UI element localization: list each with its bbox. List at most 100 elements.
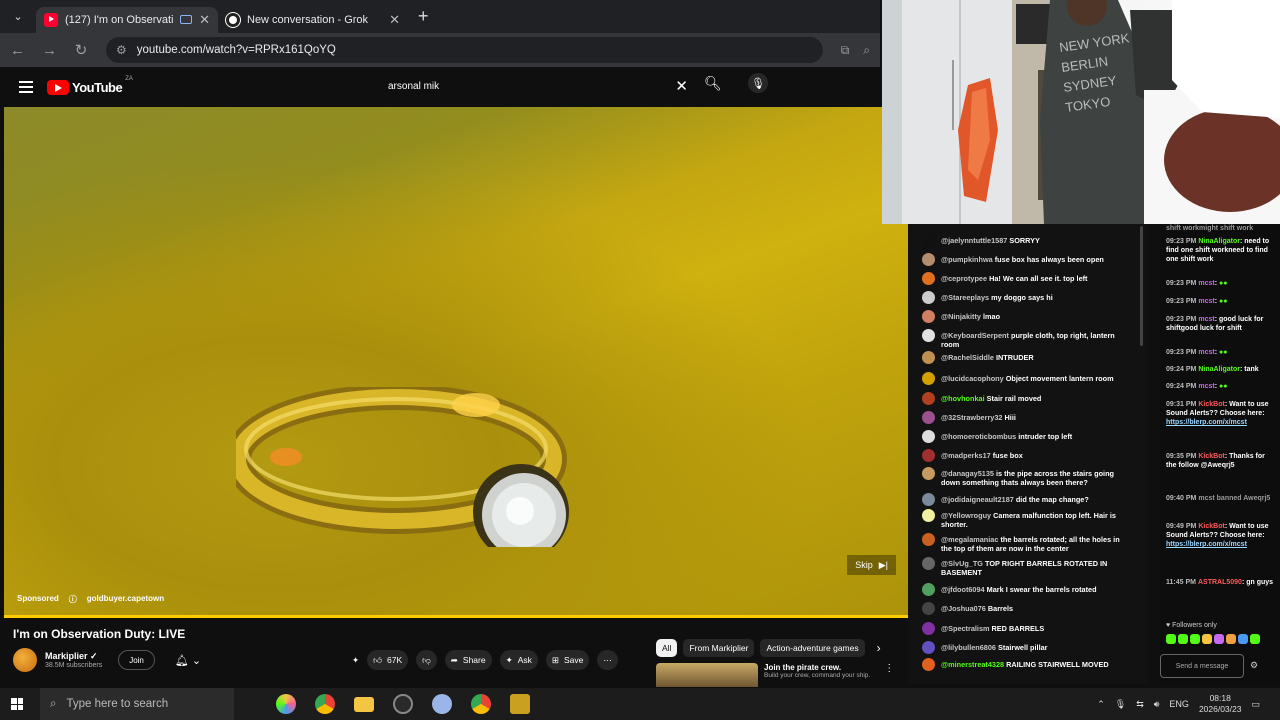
forward-icon[interactable]: → bbox=[42, 42, 57, 59]
chat-username[interactable]: @32Strawberry32 bbox=[941, 413, 1002, 422]
channel-avatar[interactable] bbox=[13, 648, 37, 672]
channel-name[interactable]: Markiplier ✓ bbox=[45, 651, 102, 662]
chat-username[interactable]: mcst bbox=[1198, 298, 1214, 305]
chat-username[interactable]: KickBot bbox=[1198, 453, 1224, 460]
save-button[interactable]: ⊞ Save bbox=[545, 650, 590, 670]
chevron-up-icon[interactable]: ⌃ bbox=[1097, 699, 1105, 710]
language-indicator[interactable]: ENG bbox=[1169, 699, 1189, 709]
chat-username[interactable]: KickBot bbox=[1198, 401, 1224, 408]
chat-avatar[interactable] bbox=[922, 622, 935, 635]
chat-username[interactable]: mcst bbox=[1198, 280, 1214, 287]
chat-avatar[interactable] bbox=[922, 329, 935, 342]
chat-avatar[interactable] bbox=[922, 351, 935, 364]
chat-avatar[interactable] bbox=[922, 449, 935, 462]
emote-bar[interactable] bbox=[1166, 634, 1260, 644]
snipping-tool-icon[interactable] bbox=[432, 694, 452, 714]
chat-username[interactable]: @KeyboardSerpent bbox=[941, 331, 1009, 340]
hype-icon[interactable]: ✦ bbox=[352, 655, 359, 666]
chat-username[interactable]: @homoeroticbombus bbox=[941, 432, 1016, 441]
install-app-icon[interactable]: ⧉ bbox=[841, 43, 850, 58]
chat-avatar[interactable] bbox=[922, 509, 935, 522]
voice-search-icon[interactable]: 🎙︎ bbox=[748, 73, 768, 93]
chat-avatar[interactable] bbox=[922, 392, 935, 405]
youtube-logo[interactable]: YouTube ZA bbox=[47, 76, 133, 95]
back-icon[interactable]: ← bbox=[10, 42, 25, 59]
game-app-icon[interactable] bbox=[510, 694, 530, 714]
chat-username[interactable]: @jaelynntuttle1587 bbox=[941, 236, 1007, 245]
chat-avatar[interactable] bbox=[922, 272, 935, 285]
new-tab-icon[interactable]: + bbox=[418, 6, 429, 27]
chat-username[interactable]: @jfdoot6094 bbox=[941, 585, 985, 594]
chat-settings-icon[interactable]: ⚙ bbox=[1250, 660, 1258, 671]
chat-avatar[interactable] bbox=[922, 467, 935, 480]
chat-username[interactable]: @danagay5135 bbox=[941, 469, 994, 478]
chat-avatar[interactable] bbox=[922, 583, 935, 596]
chip-from-markiplier[interactable]: From Markiplier bbox=[683, 639, 755, 657]
chat-username[interactable]: mcst bbox=[1198, 383, 1214, 390]
chat-username[interactable]: @pumpkinhwa bbox=[941, 255, 993, 264]
chat-scrollbar[interactable] bbox=[1140, 226, 1143, 346]
steam-icon[interactable] bbox=[393, 694, 413, 714]
more-actions-button[interactable]: ⋯ bbox=[597, 650, 618, 670]
clear-search-icon[interactable]: ✕ bbox=[675, 77, 688, 95]
chevron-right-icon[interactable]: › bbox=[877, 641, 881, 655]
chat-avatar[interactable] bbox=[922, 557, 935, 570]
chat-username[interactable]: @RachelSiddle bbox=[941, 353, 994, 362]
chat-username[interactable]: @hovhonkai bbox=[941, 394, 985, 403]
file-explorer-icon[interactable] bbox=[354, 696, 374, 712]
chat-avatar[interactable] bbox=[922, 372, 935, 385]
chat-username[interactable]: KickBot bbox=[1198, 523, 1224, 530]
start-button[interactable] bbox=[0, 698, 34, 710]
share-button[interactable]: ➦ Share bbox=[444, 650, 492, 670]
chat-username[interactable]: NinaAligator bbox=[1198, 366, 1240, 373]
chat-avatar[interactable] bbox=[922, 641, 935, 654]
sponsor-name[interactable]: goldbuyer.capetown bbox=[87, 594, 164, 605]
chat-avatar[interactable] bbox=[922, 253, 935, 266]
skip-ad-button[interactable]: Skip ▶| bbox=[847, 555, 896, 575]
ask-button[interactable]: ✦ Ask bbox=[499, 650, 538, 670]
chat-username[interactable]: NinaAligator bbox=[1198, 238, 1240, 245]
volume-icon[interactable]: 🔊︎ bbox=[1154, 699, 1160, 710]
chat-username[interactable]: @Yellowroguy bbox=[941, 511, 991, 520]
join-button[interactable]: Join bbox=[118, 650, 155, 670]
zoom-icon[interactable]: ⌕ bbox=[863, 43, 870, 58]
network-icon[interactable]: ⇆ bbox=[1136, 699, 1144, 710]
chat-username[interactable]: @Joshua076 bbox=[941, 604, 986, 613]
chat-username[interactable]: @Stareeplays bbox=[941, 293, 989, 302]
info-icon[interactable]: ⓘ bbox=[69, 594, 77, 605]
chat-username[interactable]: @SlvUg_TG bbox=[941, 559, 983, 568]
chat-username[interactable]: @jodidaigneault2187 bbox=[941, 495, 1014, 504]
chat-avatar[interactable] bbox=[922, 493, 935, 506]
chat-username[interactable]: ASTRAL5090 bbox=[1198, 579, 1242, 586]
chat-username[interactable]: @Ninjakitty bbox=[941, 312, 981, 321]
url-field[interactable]: ⚙ youtube.com/watch?v=RPRx161QoYQ bbox=[106, 37, 823, 63]
chat-avatar[interactable] bbox=[922, 533, 935, 546]
dislike-button[interactable]: 👎︎ bbox=[416, 650, 437, 670]
send-message-input[interactable]: Send a message bbox=[1160, 654, 1244, 678]
chrome-icon[interactable] bbox=[315, 694, 335, 714]
chat-avatar[interactable] bbox=[922, 658, 935, 671]
tab-search-chevron-icon[interactable]: ⌄ bbox=[0, 0, 36, 33]
notification-bell-icon[interactable]: 🔔︎ ⌄ bbox=[175, 654, 201, 667]
chip-action-adventure[interactable]: Action-adventure games bbox=[760, 639, 865, 657]
chat-avatar[interactable] bbox=[922, 602, 935, 615]
chat-username[interactable]: @madperks17 bbox=[941, 451, 991, 460]
chat-username[interactable]: @megalamaniac bbox=[941, 535, 998, 544]
tab-grok[interactable]: New conversation - Grok ✕ bbox=[218, 7, 408, 33]
more-options-icon[interactable]: ⋮ bbox=[884, 663, 894, 687]
close-tab-icon[interactable]: ✕ bbox=[199, 12, 210, 28]
microphone-icon[interactable]: 🎙︎ bbox=[1115, 699, 1126, 710]
chrome-profile-icon[interactable] bbox=[471, 694, 491, 714]
chat-avatar[interactable] bbox=[922, 234, 935, 247]
chat-avatar[interactable] bbox=[922, 310, 935, 323]
chat-avatar[interactable] bbox=[922, 430, 935, 443]
chat-username[interactable]: mcst bbox=[1198, 349, 1214, 356]
like-button[interactable]: 👍︎ 67K bbox=[367, 650, 409, 670]
video-player[interactable]: Sponsored ⓘ goldbuyer.capetown Skip ▶| bbox=[4, 107, 908, 617]
search-input[interactable]: arsonal mik ✕ bbox=[376, 72, 700, 100]
chat-link[interactable]: https://blerp.com/x/mcst bbox=[1166, 419, 1247, 426]
chat-link[interactable]: https://blerp.com/x/mcst bbox=[1166, 541, 1247, 548]
copilot-icon[interactable] bbox=[276, 694, 296, 714]
chat-username[interactable]: mcst bbox=[1198, 316, 1214, 323]
reload-icon[interactable]: ↻ bbox=[74, 41, 88, 59]
